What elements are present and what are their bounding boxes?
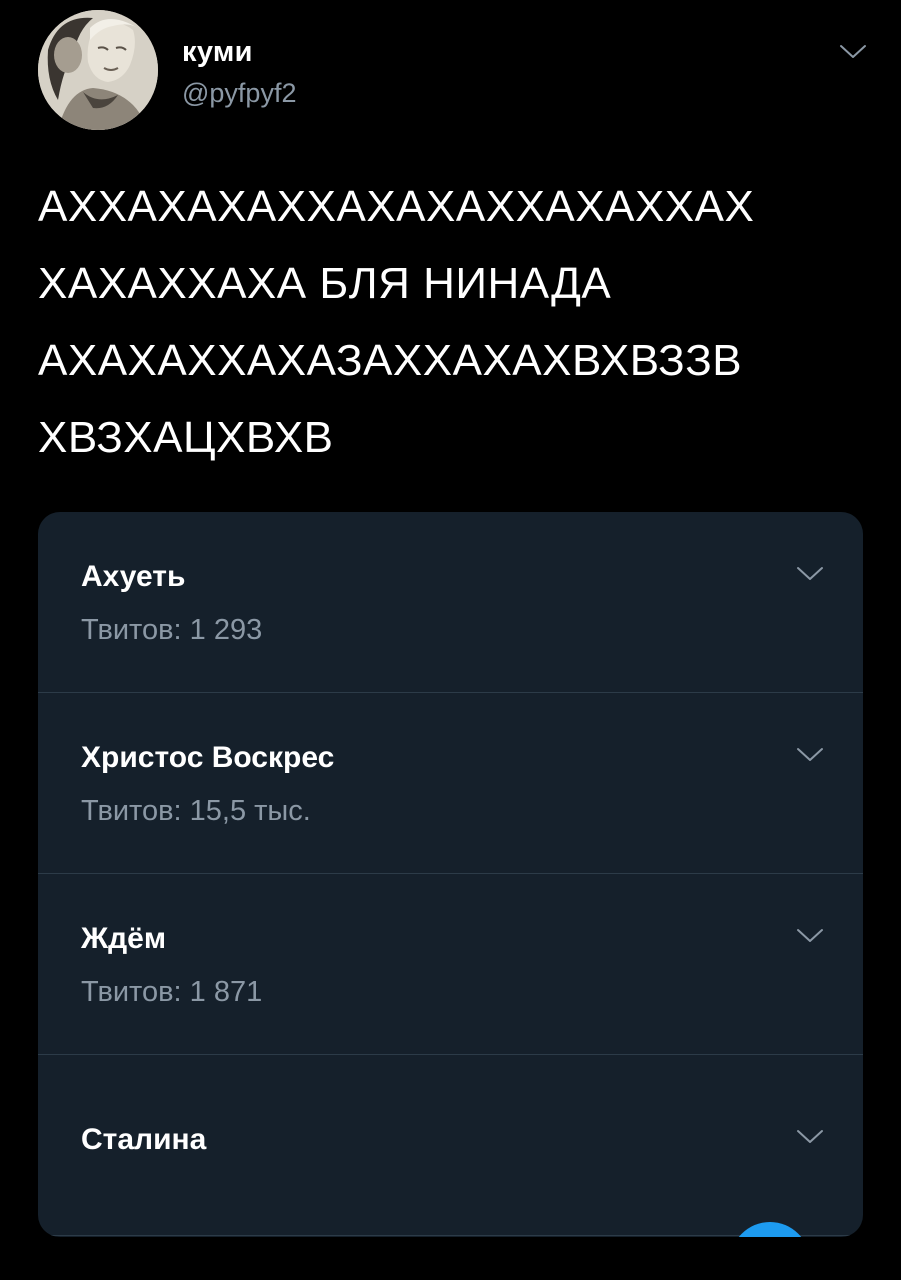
tweet-text-line: ХВЗХАЦХВХВ xyxy=(38,413,334,462)
option-tweet-count: Твитов: 1 871 xyxy=(81,976,263,1008)
option-title: Ахуеть xyxy=(81,560,186,593)
list-item-option-4[interactable]: Сталина xyxy=(38,1055,863,1236)
option-title: Сталина xyxy=(81,1123,207,1156)
avatar-photo-icon xyxy=(38,10,158,130)
list-item-option-2[interactable]: Христос Воскрес Твитов: 15,5 тыс. xyxy=(38,693,863,874)
chevron-down-icon[interactable] xyxy=(795,564,825,584)
more-options-button[interactable] xyxy=(838,40,868,64)
option-tweet-count: Твитов: 15,5 тыс. xyxy=(81,795,311,827)
avatar[interactable] xyxy=(38,10,158,130)
tweet-header: куми @pyfpyf2 xyxy=(38,10,868,130)
topic-list-card: Ахуеть Твитов: 1 293 Христос Воскрес Тви… xyxy=(38,512,863,1237)
user-handle[interactable]: @pyfpyf2 xyxy=(182,78,296,109)
list-item-option-1[interactable]: Ахуеть Твитов: 1 293 xyxy=(38,512,863,693)
chevron-down-icon xyxy=(840,45,866,58)
chevron-down-icon[interactable] xyxy=(795,926,825,946)
option-title: Христос Воскрес xyxy=(81,741,335,774)
user-name[interactable]: куми xyxy=(182,36,253,69)
tweet-text-line: ХАХАХХАХА БЛЯ НИНАДА xyxy=(38,259,612,308)
tweet-text-line: АХАХАХХАХАЗАХХАХАХВХВЗЗВ xyxy=(38,336,743,385)
chevron-down-icon[interactable] xyxy=(795,1127,825,1147)
chevron-down-icon[interactable] xyxy=(795,745,825,765)
option-title: Ждём xyxy=(81,922,167,955)
tweet-screen: куми @pyfpyf2 АХХАХАХАХХАХАХАХХАХАХХАХ Х… xyxy=(0,0,901,1280)
tweet-text-line: АХХАХАХАХХАХАХАХХАХАХХАХ xyxy=(38,182,755,231)
option-tweet-count: Твитов: 1 293 xyxy=(81,614,263,646)
tweet-text: АХХАХАХАХХАХАХАХХАХАХХАХ ХАХАХХАХА БЛЯ Н… xyxy=(38,168,868,476)
list-item-option-3[interactable]: Ждём Твитов: 1 871 xyxy=(38,874,863,1055)
